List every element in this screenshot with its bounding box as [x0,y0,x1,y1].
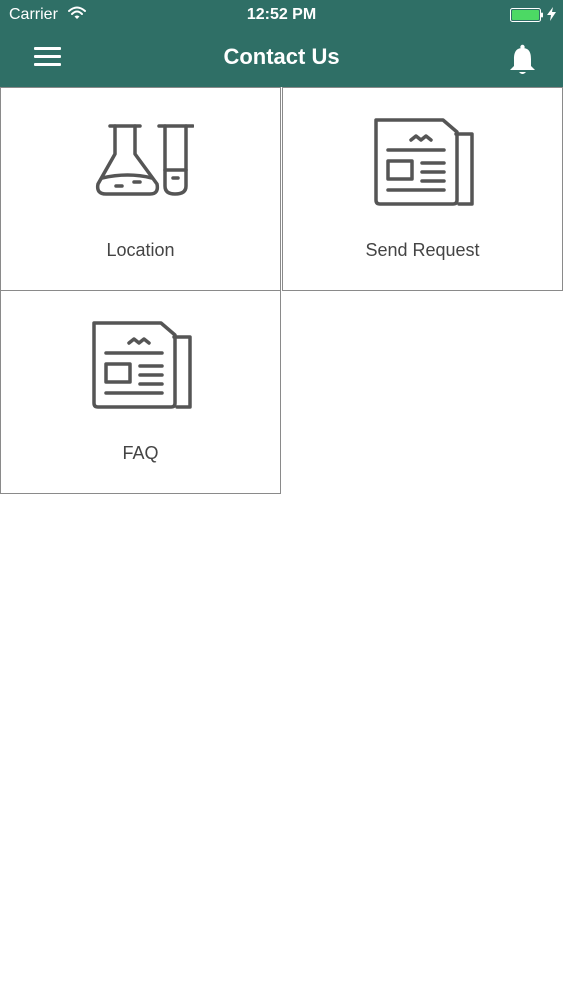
location-tile[interactable]: Location [0,87,281,291]
lab-flask-icon [1,116,280,212]
newspaper-icon [1,319,280,415]
tile-label: FAQ [122,443,159,463]
tile-label: Send Request [365,240,480,260]
status-time: 12:52 PM [246,6,317,23]
battery-icon [510,8,544,22]
status-bar: Carrier 12:52 PM [0,0,563,30]
navigation-bar: Contact Us [0,30,563,87]
bell-icon[interactable] [508,44,537,76]
charging-bolt-icon [547,7,556,21]
send-request-tile[interactable]: Send Request [282,87,563,291]
faq-tile[interactable]: FAQ [0,290,281,494]
app-header: Carrier 12:52 PM Contact Us [0,0,563,87]
page-title: Contact Us [223,44,340,69]
tile-label: Location [106,240,175,260]
newspaper-icon [283,116,562,212]
